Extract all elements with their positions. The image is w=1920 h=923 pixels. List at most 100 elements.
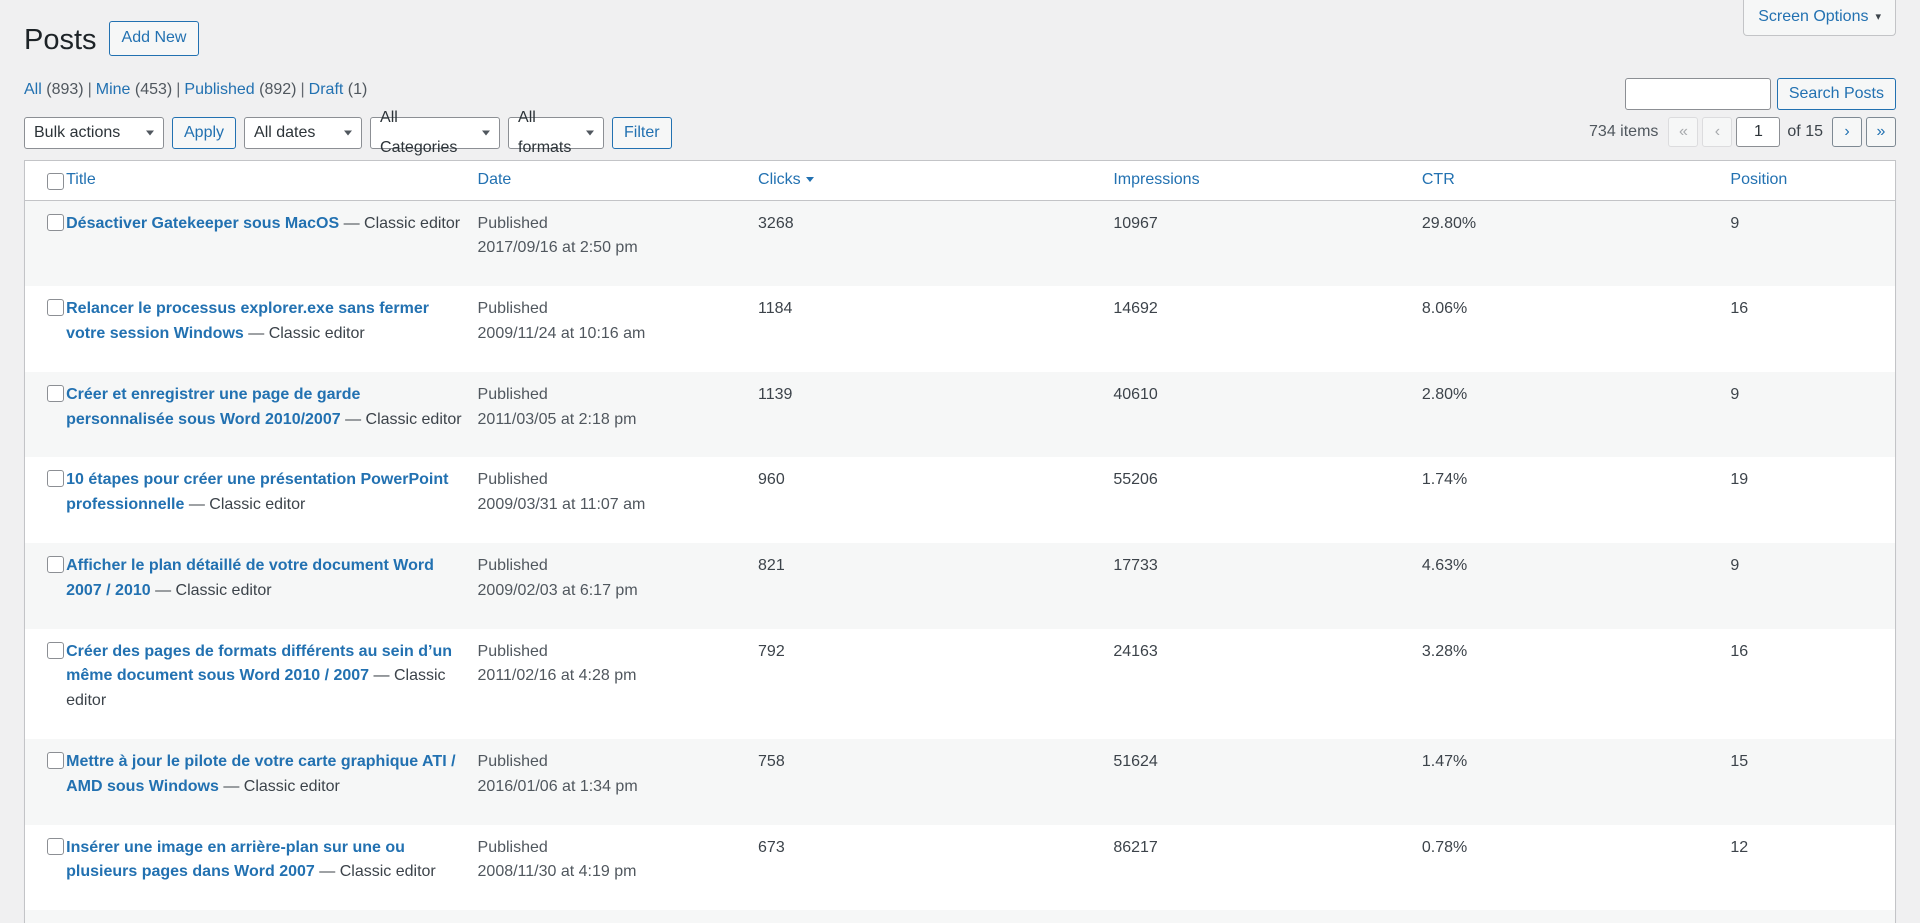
cell-ctr: 8.06% bbox=[1421, 300, 1468, 318]
post-title-suffix: — Classic editor bbox=[218, 777, 340, 795]
status-filter-published-link[interactable]: Published bbox=[184, 81, 254, 98]
category-filter-value: All Categories bbox=[380, 108, 458, 156]
column-header-position[interactable]: Position bbox=[1730, 161, 1895, 201]
row-select-cell bbox=[25, 543, 66, 629]
post-status: Published bbox=[477, 838, 548, 856]
cell-impressions: 40610 bbox=[1113, 385, 1158, 403]
current-page-input[interactable] bbox=[1736, 116, 1781, 147]
status-filter-mine-link[interactable]: Mine bbox=[96, 81, 131, 98]
post-title-suffix: — Classic editor bbox=[314, 863, 436, 881]
date-filter-value: All dates bbox=[254, 123, 316, 141]
page-title: Posts bbox=[24, 24, 97, 56]
last-page-button[interactable]: » bbox=[1866, 116, 1896, 147]
column-header-ctr[interactable]: CTR bbox=[1421, 161, 1731, 201]
cell-ctr: 3.28% bbox=[1421, 642, 1468, 660]
row-select-checkbox[interactable] bbox=[47, 213, 64, 231]
row-select-checkbox[interactable] bbox=[47, 641, 64, 659]
bulk-actions-group: Bulk actions Apply All dates All Categor… bbox=[24, 109, 672, 156]
post-date: 2009/11/24 at 10:16 am bbox=[477, 325, 646, 343]
row-select-cell bbox=[25, 825, 66, 911]
category-filter-select[interactable]: All Categories bbox=[370, 109, 501, 156]
cell-position: 19 bbox=[1730, 471, 1749, 489]
row-select-checkbox[interactable] bbox=[47, 556, 64, 574]
column-header-impressions[interactable]: Impressions bbox=[1113, 161, 1422, 201]
cell-ctr: 1.47% bbox=[1421, 753, 1468, 771]
add-new-button[interactable]: Add New bbox=[108, 20, 200, 56]
cell-impressions: 55206 bbox=[1113, 471, 1158, 489]
post-title-link[interactable]: Créer et enregistrer une page de garde p… bbox=[66, 386, 360, 428]
search-posts-button[interactable]: Search Posts bbox=[1776, 77, 1896, 110]
post-status: Published bbox=[477, 300, 548, 318]
status-filter-draft[interactable]: Draft (1) bbox=[309, 81, 368, 98]
format-filter-value: All formats bbox=[518, 108, 572, 156]
next-page-button[interactable]: › bbox=[1832, 116, 1862, 147]
items-count: 734 items bbox=[1589, 122, 1659, 140]
cell-date: Published 2009/02/03 at 6:17 pm bbox=[478, 543, 759, 629]
cell-position: 9 bbox=[1730, 557, 1740, 575]
cell-impressions: 12411 bbox=[1113, 910, 1422, 923]
filter-button[interactable]: Filter bbox=[612, 116, 672, 149]
total-pages-label: of 15 bbox=[1787, 122, 1823, 140]
post-title-link[interactable]: Désactiver Gatekeeper sous MacOS bbox=[66, 215, 339, 232]
cell-ctr: 4.63% bbox=[1421, 557, 1468, 575]
status-filter-all[interactable]: All (893) | bbox=[24, 81, 96, 98]
cell-clicks: 1184 bbox=[758, 300, 793, 318]
apply-button[interactable]: Apply bbox=[172, 116, 237, 149]
select-all-checkbox[interactable] bbox=[47, 172, 64, 190]
chevron-down-icon bbox=[482, 130, 491, 136]
status-filter-published[interactable]: Published (892) | bbox=[184, 81, 308, 98]
cell-impressions: 10967 bbox=[1113, 214, 1158, 232]
table-head: Title Date Clicks Impressions CTR Positi… bbox=[25, 161, 1895, 201]
row-select-checkbox[interactable] bbox=[47, 752, 64, 770]
row-select-checkbox[interactable] bbox=[47, 384, 64, 402]
chevron-down-icon: ▾ bbox=[1875, 10, 1881, 23]
status-filter-draft-link[interactable]: Draft bbox=[309, 81, 344, 98]
row-select-cell bbox=[25, 201, 66, 287]
cell-position: 16 bbox=[1730, 300, 1749, 318]
status-filter-all-link[interactable]: All bbox=[24, 81, 42, 98]
post-date: 2009/02/03 at 6:17 pm bbox=[477, 581, 638, 599]
search-input[interactable] bbox=[1624, 77, 1771, 110]
cell-clicks: 1139 bbox=[758, 385, 793, 403]
bulk-actions-select[interactable]: Bulk actions bbox=[24, 116, 164, 149]
cell-clicks: 649 bbox=[758, 910, 1113, 923]
cell-position: 12 bbox=[1730, 838, 1749, 856]
column-header-title[interactable]: Title bbox=[66, 161, 478, 201]
format-filter-select[interactable]: All formats bbox=[508, 109, 605, 156]
post-date: 2011/03/05 at 2:18 pm bbox=[477, 410, 637, 428]
column-header-position-label: Position bbox=[1730, 171, 1788, 189]
chevron-down-icon bbox=[586, 130, 595, 136]
column-header-clicks[interactable]: Clicks bbox=[758, 161, 1114, 201]
cell-clicks: 821 bbox=[758, 557, 785, 575]
cell-position: 9 bbox=[1730, 385, 1740, 403]
cell-clicks: 673 bbox=[758, 838, 785, 856]
cell-ctr: 0.78% bbox=[1421, 838, 1468, 856]
cell-title: Désactiver Gatekeeper sous MacOS — Class… bbox=[66, 201, 477, 287]
cell-title: Activer le mode Performances optimales d… bbox=[66, 910, 477, 923]
table-body: Désactiver Gatekeeper sous MacOS — Class… bbox=[25, 200, 1895, 923]
date-filter-select[interactable]: All dates bbox=[244, 116, 363, 149]
cell-title: 10 étapes pour créer une présentation Po… bbox=[66, 457, 477, 543]
column-header-date-label: Date bbox=[477, 171, 512, 189]
column-header-date[interactable]: Date bbox=[477, 161, 759, 201]
screen-options-button[interactable]: Screen Options ▾ bbox=[1743, 0, 1896, 37]
table-row: Activer le mode Performances optimales d… bbox=[25, 910, 1895, 923]
row-select-checkbox[interactable] bbox=[47, 299, 64, 317]
cell-date: Published 2009/11/24 at 10:16 am bbox=[478, 286, 759, 372]
cell-date: Published 2008/11/30 at 4:19 pm bbox=[478, 825, 759, 911]
table-row: Mettre à jour le pilote de votre carte g… bbox=[25, 739, 1895, 825]
post-date: 2008/11/30 at 4:19 pm bbox=[477, 863, 637, 881]
filter-separator: | bbox=[176, 80, 181, 98]
post-status: Published bbox=[477, 385, 548, 403]
row-select-checkbox[interactable] bbox=[47, 470, 64, 488]
cell-ctr: 1.74% bbox=[1421, 471, 1468, 489]
post-title-suffix: — Classic editor bbox=[184, 496, 306, 514]
posts-page: Screen Options ▾ Posts Add New All (893)… bbox=[0, 0, 1920, 923]
chevron-down-icon bbox=[344, 130, 353, 136]
cell-title: Relancer le processus explorer.exe sans … bbox=[66, 286, 477, 372]
table-row: Créer des pages de formats différents au… bbox=[25, 628, 1895, 740]
post-title-suffix: — Classic editor bbox=[340, 410, 462, 428]
row-select-checkbox[interactable] bbox=[47, 837, 64, 855]
status-filter-mine[interactable]: Mine (453) | bbox=[96, 81, 185, 98]
filter-separator: | bbox=[87, 80, 92, 98]
